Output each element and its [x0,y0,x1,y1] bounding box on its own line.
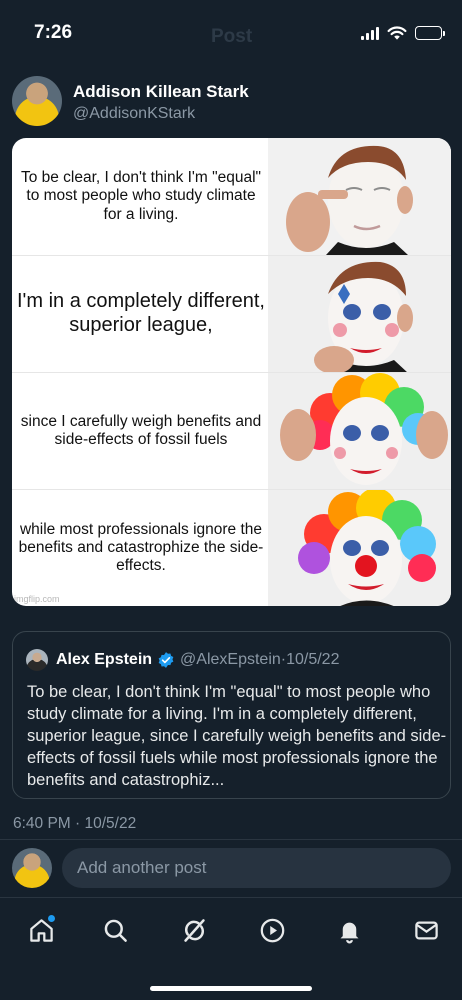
cellular-signal-icon [361,26,379,40]
wifi-icon [387,25,407,40]
plain-face-illustration [268,138,451,255]
meme-panel: I'm in a completely different, superior … [12,255,451,373]
search-icon [104,919,127,942]
battery-icon [415,26,445,40]
play-icon [260,918,284,942]
faded-page-title: Post [211,26,253,47]
quoted-post-text: To be clear, I don't think I'm "equal" t… [27,683,447,789]
tab-messages[interactable] [409,913,443,947]
tab-search[interactable] [98,913,132,947]
status-icons [361,22,445,44]
quoted-author-avatar [26,649,48,671]
meme-panel-text: since I carefully weigh benefits and sid… [20,412,262,448]
notification-dot [48,915,55,922]
post-timestamp[interactable]: 6:40 PM · 10/5/22 [13,815,136,833]
tab-notifications[interactable] [332,913,366,947]
divider [0,897,462,898]
quoted-post-header: Alex Epstein @AlexEpstein · 10/5/22 [26,649,339,671]
grok-icon [183,918,205,942]
meme-panel-text: I'm in a completely different, superior … [16,290,265,336]
quoted-author-handle: @AlexEpstein [180,651,281,668]
mail-icon [414,921,438,939]
verified-badge-icon [158,652,174,668]
meme-panel: since I carefully weigh benefits and sid… [12,372,451,490]
tab-grok[interactable] [177,913,211,947]
meme-panel-text: while most professionals ignore the bene… [18,520,264,575]
full-clown-illustration [268,490,451,606]
quoted-author-name: Alex Epstein [56,651,153,668]
home-indicator [150,986,312,991]
reply-composer [0,840,462,896]
post-image[interactable]: To be clear, I don't think I'm "equal" t… [12,138,451,606]
quoted-post-date: 10/5/22 [286,651,340,668]
quoted-post[interactable]: Alex Epstein @AlexEpstein · 10/5/22 To b… [12,631,451,799]
author-name[interactable]: Addison Killean Stark [73,82,249,102]
author-avatar[interactable] [12,76,62,126]
user-avatar[interactable] [12,848,52,888]
meme-panel: while most professionals ignore the bene… [12,489,451,606]
tab-home[interactable] [24,913,58,947]
clown-wig-illustration [268,373,451,490]
bottom-tab-bar [0,903,462,959]
meme-panel-text: To be clear, I don't think I'm "equal" t… [20,169,262,223]
image-watermark: imgflip.com [14,594,60,604]
tab-video[interactable] [255,913,289,947]
reply-input[interactable] [62,848,451,888]
status-time: 7:26 [34,22,73,43]
status-bar: 7:26 Post [0,0,462,66]
meme-panel: To be clear, I don't think I'm "equal" t… [12,138,451,255]
bell-icon [340,922,358,943]
author-handle[interactable]: @AddisonKStark [73,105,195,123]
painted-face-illustration [268,256,451,373]
